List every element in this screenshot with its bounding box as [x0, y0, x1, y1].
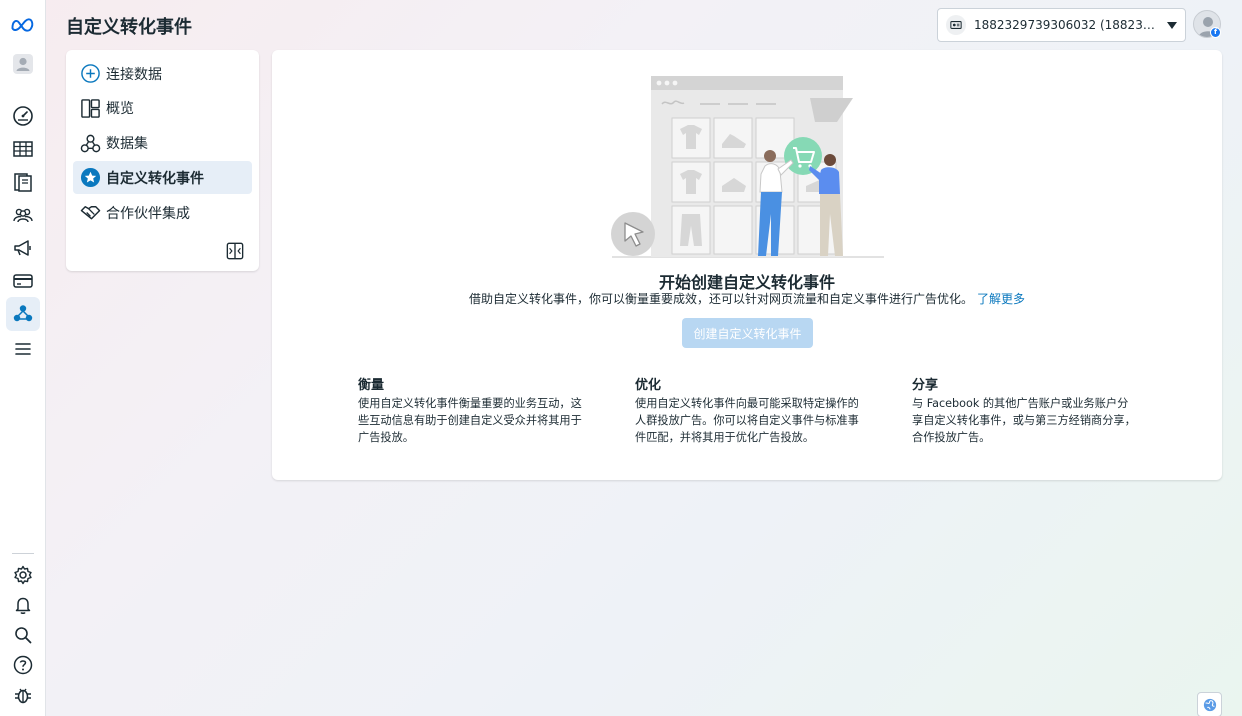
sidebar-item-label: 概览: [106, 101, 134, 118]
help-question-icon[interactable]: [6, 648, 40, 682]
settings-gear-icon[interactable]: [6, 558, 40, 592]
billing-card-icon[interactable]: [6, 264, 40, 298]
dataset-icon: [79, 132, 101, 154]
feature-text: 使用自定义转化事件衡量重要的业务互动，这些互动信息有助于创建自定义受众并将其用于…: [358, 397, 582, 444]
main-content-card: 开始创建自定义转化事件 借助自定义转化事件，你可以衡量重要成效，还可以针对网页流…: [272, 50, 1222, 480]
notifications-bell-icon[interactable]: [6, 588, 40, 622]
sidebar-item-label: 数据集: [106, 136, 148, 153]
catalog-icon[interactable]: [6, 165, 40, 199]
megaphone-icon[interactable]: [6, 231, 40, 265]
feature-measure: 衡量 使用自定义转化事件衡量重要的业务互动，这些互动信息有助于创建自定义受众并将…: [358, 374, 583, 446]
plus-circle-icon: [79, 63, 101, 85]
account-selector[interactable]: 1882329739306032 (1882329739306032): [937, 8, 1186, 42]
sidebar-item-custom-conversions[interactable]: 自定义转化事件: [73, 161, 252, 195]
page-title: 自定义转化事件: [66, 17, 192, 38]
language-globe-icon[interactable]: [1197, 692, 1222, 716]
sidebar-item-label: 连接数据: [106, 66, 162, 83]
feature-text: 使用自定义转化事件向最可能采取特定操作的人群投放广告。你可以将自定义事件与标准事…: [635, 397, 859, 444]
create-custom-conversion-button[interactable]: 创建自定义转化事件: [682, 318, 813, 348]
learn-more-link[interactable]: 了解更多: [977, 292, 1025, 306]
feature-title: 优化: [635, 378, 662, 393]
layout-icon: [79, 97, 101, 119]
feature-title: 衡量: [358, 378, 385, 393]
audience-people-icon[interactable]: [6, 198, 40, 232]
table-grid-icon[interactable]: [6, 132, 40, 166]
sidebar-item-overview[interactable]: 概览: [73, 92, 252, 125]
star-badge-icon: [79, 167, 101, 189]
dashboard-gauge-icon[interactable]: [6, 99, 40, 133]
rail-divider: [12, 553, 34, 554]
handshake-icon: [79, 202, 101, 224]
account-selector-label: 1882329739306032 (1882329739306032): [974, 18, 1157, 32]
meta-logo-icon[interactable]: [6, 8, 40, 42]
hero-subtitle-text: 借助自定义转化事件，你可以衡量重要成效，还可以针对网页流量和自定义事件进行广告优…: [468, 292, 973, 306]
storefront-illustration: [611, 76, 884, 258]
hero-subtitle: 借助自定义转化事件，你可以衡量重要成效，还可以针对网页流量和自定义事件进行广告优…: [272, 290, 1222, 307]
sidebar-item-datasets[interactable]: 数据集: [73, 127, 252, 160]
sidebar-item-partner-integrations[interactable]: 合作伙伴集成: [73, 196, 252, 229]
ad-account-icon: [946, 15, 966, 35]
profile-avatar-icon[interactable]: [6, 47, 40, 81]
feature-text: 与 Facebook 的其他广告账户或业务账户分享自定义转化事件，或与第三方经销…: [912, 397, 1136, 444]
sidebar-item-label: 自定义转化事件: [106, 170, 204, 187]
collapse-sidebar-icon[interactable]: [224, 240, 246, 262]
facebook-badge-icon: f: [1210, 27, 1221, 38]
chevron-down-icon: [1167, 21, 1177, 29]
side-nav-card: 连接数据 概览 数据集 自定义转化事件 合作伙伴集成: [66, 50, 259, 271]
report-bug-icon[interactable]: [6, 678, 40, 712]
sidebar-item-connect-data[interactable]: 连接数据: [73, 57, 252, 90]
sidebar-item-label: 合作伙伴集成: [106, 205, 190, 222]
menu-hamburger-icon[interactable]: [6, 332, 40, 366]
events-manager-icon[interactable]: [6, 297, 40, 331]
left-rail: [0, 0, 46, 716]
feature-title: 分享: [912, 378, 939, 393]
feature-optimize: 优化 使用自定义转化事件向最可能采取特定操作的人群投放广告。你可以将自定义事件与…: [635, 374, 860, 446]
search-icon[interactable]: [6, 618, 40, 652]
feature-share: 分享 与 Facebook 的其他广告账户或业务账户分享自定义转化事件，或与第三…: [912, 374, 1137, 446]
